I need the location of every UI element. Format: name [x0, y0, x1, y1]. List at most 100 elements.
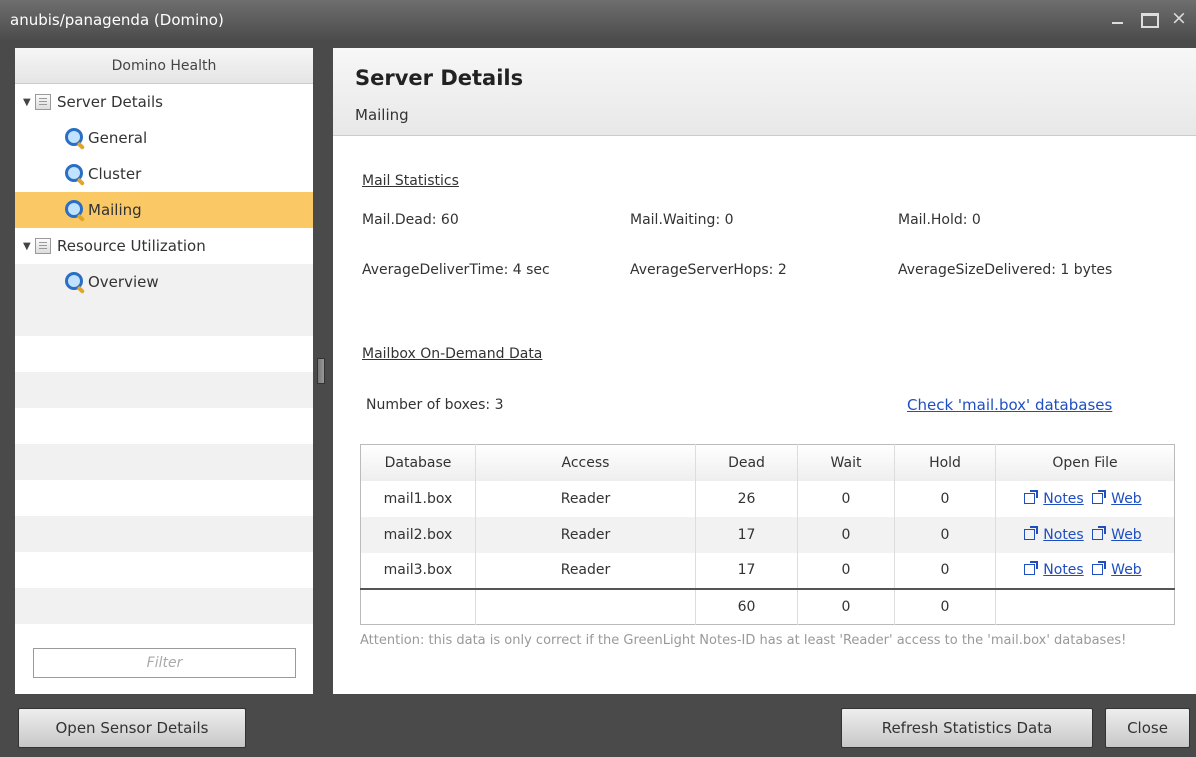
page-title: Server Details [355, 66, 524, 90]
tree-stripe [15, 444, 313, 480]
open-external-icon [1092, 489, 1107, 504]
magnifier-icon [65, 271, 86, 293]
minimize-icon[interactable] [1110, 8, 1128, 28]
close-button[interactable]: Close [1105, 708, 1190, 748]
stat-average-server-hops: AverageServerHops: 2 [630, 262, 787, 278]
tree-item-mailing[interactable]: Mailing [15, 192, 313, 228]
cell-open-file: Notes Web [996, 481, 1175, 517]
open-external-icon [1092, 561, 1107, 575]
magnifier-icon [65, 199, 86, 221]
total-dead: 60 [695, 587, 798, 625]
open-external-icon [1024, 525, 1039, 540]
cell-wait: 0 [797, 480, 895, 517]
tree-stripe [15, 588, 313, 624]
table-row[interactable]: mail3.box Reader 17 0 0 Notes Web [360, 552, 1175, 589]
table-header-row: Database Access Dead Wait Hold Open File [360, 444, 1175, 481]
cell-access: Reader [475, 552, 696, 589]
main-header: Server Details Mailing [333, 48, 1196, 136]
open-notes-link[interactable]: Notes [1043, 527, 1083, 543]
title-bar: anubis/panagenda (Domino) × [0, 0, 1196, 40]
tree-item-label: Cluster [88, 165, 142, 183]
mail-statistics-heading: Mail Statistics [362, 173, 459, 189]
column-header[interactable]: Database [360, 444, 476, 481]
magnifier-icon [65, 127, 86, 149]
cell-empty [995, 587, 1175, 625]
open-notes-link[interactable]: Notes [1043, 491, 1083, 507]
open-web-link[interactable]: Web [1111, 491, 1142, 507]
cell-wait: 0 [797, 552, 895, 589]
check-mailbox-link[interactable]: Check 'mail.box' databases [907, 396, 1112, 414]
open-sensor-details-button[interactable]: Open Sensor Details [18, 708, 246, 748]
number-of-boxes: Number of boxes: 3 [366, 397, 504, 413]
cell-dead: 26 [695, 480, 798, 517]
tree-stripe [15, 300, 313, 336]
filter-input[interactable]: Filter [33, 648, 296, 678]
tree-item-label: Resource Utilization [57, 237, 206, 255]
tree-item-resource-utilization[interactable]: ▼ Resource Utilization [15, 228, 313, 264]
stat-average-size-delivered: AverageSizeDelivered: 1 bytes [898, 262, 1113, 278]
main-panel: Server Details Mailing Mail Statistics M… [333, 48, 1196, 694]
tree-item-cluster[interactable]: Cluster [15, 156, 313, 192]
mailbox-heading: Mailbox On-Demand Data [362, 346, 543, 362]
close-icon[interactable]: × [1170, 8, 1188, 28]
column-header[interactable]: Wait [797, 444, 895, 481]
magnifier-icon [65, 163, 86, 185]
cell-open-file: Notes Web [996, 553, 1175, 589]
stat-mail-hold: Mail.Hold: 0 [898, 212, 981, 228]
total-hold: 0 [894, 587, 996, 625]
open-external-icon [1092, 525, 1107, 540]
cell-empty [360, 587, 476, 625]
stat-mail-waiting: Mail.Waiting: 0 [630, 212, 734, 228]
cell-hold: 0 [894, 480, 996, 517]
cell-dead: 17 [695, 552, 798, 589]
table-row[interactable]: mail1.box Reader 26 0 0 Notes Web [360, 480, 1175, 517]
cell-open-file: Notes Web [996, 517, 1175, 553]
open-web-link[interactable]: Web [1111, 527, 1142, 543]
stat-mail-dead: Mail.Dead: 60 [362, 212, 459, 228]
tree-item-overview[interactable]: Overview [15, 264, 313, 300]
stat-average-deliver-time: AverageDeliverTime: 4 sec [362, 262, 550, 278]
cell-access: Reader [475, 516, 696, 553]
tree-item-label: Server Details [57, 93, 163, 111]
column-header[interactable]: Access [475, 444, 696, 481]
cell-wait: 0 [797, 516, 895, 553]
total-wait: 0 [797, 587, 895, 625]
table-row[interactable]: mail2.box Reader 17 0 0 Notes Web [360, 516, 1175, 553]
open-notes-link[interactable]: Notes [1043, 562, 1083, 578]
cell-hold: 0 [894, 516, 996, 553]
expand-triangle-icon[interactable]: ▼ [23, 97, 35, 108]
cell-database: mail2.box [360, 516, 476, 553]
mailbox-table: Database Access Dead Wait Hold Open File… [360, 444, 1175, 625]
open-external-icon [1024, 489, 1039, 504]
cell-empty [475, 587, 696, 625]
sidebar: Domino Health ▼ Server Details General C… [15, 48, 313, 694]
cell-dead: 17 [695, 516, 798, 553]
attention-note: Attention: this data is only correct if … [360, 633, 1127, 648]
refresh-statistics-button[interactable]: Refresh Statistics Data [841, 708, 1093, 748]
column-header[interactable]: Open File [996, 445, 1175, 481]
sidebar-header: Domino Health [15, 48, 313, 84]
tree-stripe [15, 516, 313, 552]
open-web-link[interactable]: Web [1111, 562, 1142, 578]
cell-hold: 0 [894, 552, 996, 589]
expand-triangle-icon[interactable]: ▼ [23, 241, 35, 252]
column-header[interactable]: Hold [894, 444, 996, 481]
tree-item-server-details[interactable]: ▼ Server Details [15, 84, 313, 120]
tree-item-label: General [88, 129, 148, 147]
cell-access: Reader [475, 480, 696, 517]
maximize-icon[interactable] [1140, 8, 1159, 28]
open-external-icon [1024, 561, 1039, 575]
table-totals-row: 60 0 0 [360, 587, 1175, 625]
splitter-handle[interactable] [317, 358, 325, 384]
window-title: anubis/panagenda (Domino) [10, 11, 224, 29]
cell-database: mail1.box [360, 480, 476, 517]
tree-item-label: Overview [88, 273, 159, 291]
tree-stripe [15, 372, 313, 408]
tree-item-general[interactable]: General [15, 120, 313, 156]
page-subtitle: Mailing [355, 106, 409, 124]
folder-icon [35, 238, 51, 254]
column-header[interactable]: Dead [695, 444, 798, 481]
cell-database: mail3.box [360, 552, 476, 589]
tree-item-label: Mailing [88, 201, 142, 219]
window-controls: × [1110, 8, 1188, 28]
